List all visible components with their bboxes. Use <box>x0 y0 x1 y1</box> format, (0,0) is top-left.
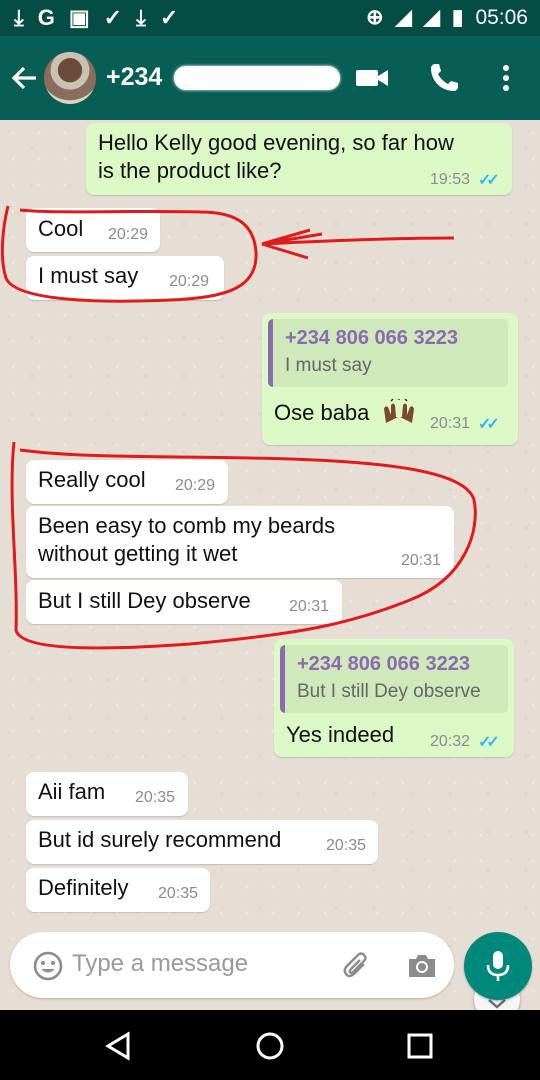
google-icon: G <box>37 5 55 30</box>
message-text: Aii fam <box>38 779 106 804</box>
message-time: 20:35 <box>326 837 367 854</box>
message-bubble-incoming[interactable]: Cool 20:29 <box>26 208 160 252</box>
notification-icons: ⤓ G ▣ ✓ ⤓ ✓ <box>14 5 178 31</box>
back-arrow-icon[interactable] <box>10 58 40 107</box>
message-bubble-incoming[interactable]: But I still Dey observe 20:31 <box>26 580 342 624</box>
message-time: 20:31 <box>430 415 471 432</box>
quote-text: But I still Dey observe <box>297 681 481 702</box>
attach-icon[interactable] <box>340 950 372 982</box>
name-redaction <box>174 66 340 90</box>
message-time: 20:29 <box>175 477 216 494</box>
battery-icon: ▮ <box>451 6 464 29</box>
message-time: 20:31 <box>401 552 442 569</box>
message-time: 19:53 <box>430 171 471 188</box>
system-icons: ⊕ ◢ ◢ ▮ 05:06 <box>366 5 528 31</box>
message-time: 20:29 <box>108 226 149 243</box>
recents-nav-icon[interactable] <box>402 1028 438 1064</box>
message-text: without getting it wet <box>38 541 238 566</box>
message-bubble-outgoing[interactable]: +234 806 066 3223 I must say Ose baba 20… <box>262 313 518 445</box>
read-ticks-icon: ✓✓ <box>478 172 500 189</box>
message-text: is the product like? <box>98 158 282 183</box>
message-bubble-outgoing[interactable]: Hello Kelly good evening, so far how is … <box>86 123 512 195</box>
raising-hands-emoji-icon <box>384 399 414 423</box>
quoted-message[interactable]: +234 806 066 3223 But I still Dey observ… <box>280 645 508 713</box>
avatar[interactable] <box>44 52 96 104</box>
message-bubble-incoming[interactable]: Aii fam 20:35 <box>26 772 188 816</box>
more-options-icon[interactable] <box>494 60 518 96</box>
message-text: Yes indeed <box>286 722 395 747</box>
message-time: 20:35 <box>135 789 176 806</box>
message-text: Really cool <box>38 467 146 492</box>
quote-author: +234 806 066 3223 <box>285 327 458 349</box>
message-text: Definitely <box>38 875 129 900</box>
message-input-placeholder[interactable]: Type a message <box>72 950 248 978</box>
check-icon: ✓ <box>103 5 123 30</box>
message-time: 20:32 <box>430 733 471 750</box>
navigation-bar <box>0 1010 540 1080</box>
quoted-message[interactable]: +234 806 066 3223 I must say <box>268 319 508 387</box>
message-text: Been easy to comb my beards <box>38 513 336 538</box>
check-icon: ✓ <box>159 5 179 30</box>
quote-author: +234 806 066 3223 <box>297 653 470 675</box>
message-time: 20:35 <box>158 885 199 902</box>
mic-icon <box>486 951 510 981</box>
message-text: Cool <box>38 216 84 241</box>
emoji-icon[interactable] <box>32 950 64 982</box>
signal-no-data-icon: ◢ <box>423 6 440 29</box>
message-bubble-incoming[interactable]: Been easy to comb my beards without gett… <box>26 506 454 578</box>
mic-button[interactable] <box>464 932 532 1000</box>
download-icon: ⤓ <box>14 5 24 30</box>
home-nav-icon[interactable] <box>252 1028 288 1064</box>
status-time: 05:06 <box>475 6 528 29</box>
voice-call-icon[interactable] <box>426 60 462 96</box>
message-text: I must say <box>38 263 139 288</box>
message-time: 20:29 <box>169 273 210 290</box>
data-saver-icon: ⊕ <box>365 6 384 29</box>
contact-name[interactable]: +234 <box>106 61 162 93</box>
message-bubble-incoming[interactable]: But id surely recommend 20:35 <box>26 820 378 864</box>
message-text: Ose baba <box>274 400 370 425</box>
camera-icon[interactable] <box>406 950 438 982</box>
gallery-icon: ▣ <box>68 5 90 30</box>
download-icon: ⤓ <box>136 5 146 30</box>
video-call-icon[interactable] <box>354 60 390 96</box>
message-bubble-incoming[interactable]: Really cool 20:29 <box>26 460 228 504</box>
back-nav-icon[interactable] <box>100 1028 136 1064</box>
message-input[interactable]: Type a message <box>10 932 454 998</box>
message-bubble-outgoing[interactable]: +234 806 066 3223 But I still Dey observ… <box>274 639 514 757</box>
chat-header: +234 <box>0 36 540 120</box>
chat-area[interactable]: Hello Kelly good evening, so far how is … <box>0 120 540 1022</box>
status-bar: ⤓ G ▣ ✓ ⤓ ✓ ⊕ ◢ ◢ ▮ 05:06 <box>0 0 540 36</box>
message-time: 20:31 <box>289 598 330 615</box>
message-bubble-incoming[interactable]: Definitely 20:35 <box>26 868 210 912</box>
read-ticks-icon: ✓✓ <box>478 734 500 751</box>
read-ticks-icon: ✓✓ <box>478 416 500 433</box>
quote-text: I must say <box>285 355 372 376</box>
message-bubble-incoming[interactable]: I must say 20:29 <box>26 256 224 300</box>
signal-icon: ◢ <box>395 6 412 29</box>
message-text: But id surely recommend <box>38 827 282 852</box>
message-text: Hello Kelly good evening, so far how <box>98 130 454 155</box>
message-text: But I still Dey observe <box>38 588 251 613</box>
